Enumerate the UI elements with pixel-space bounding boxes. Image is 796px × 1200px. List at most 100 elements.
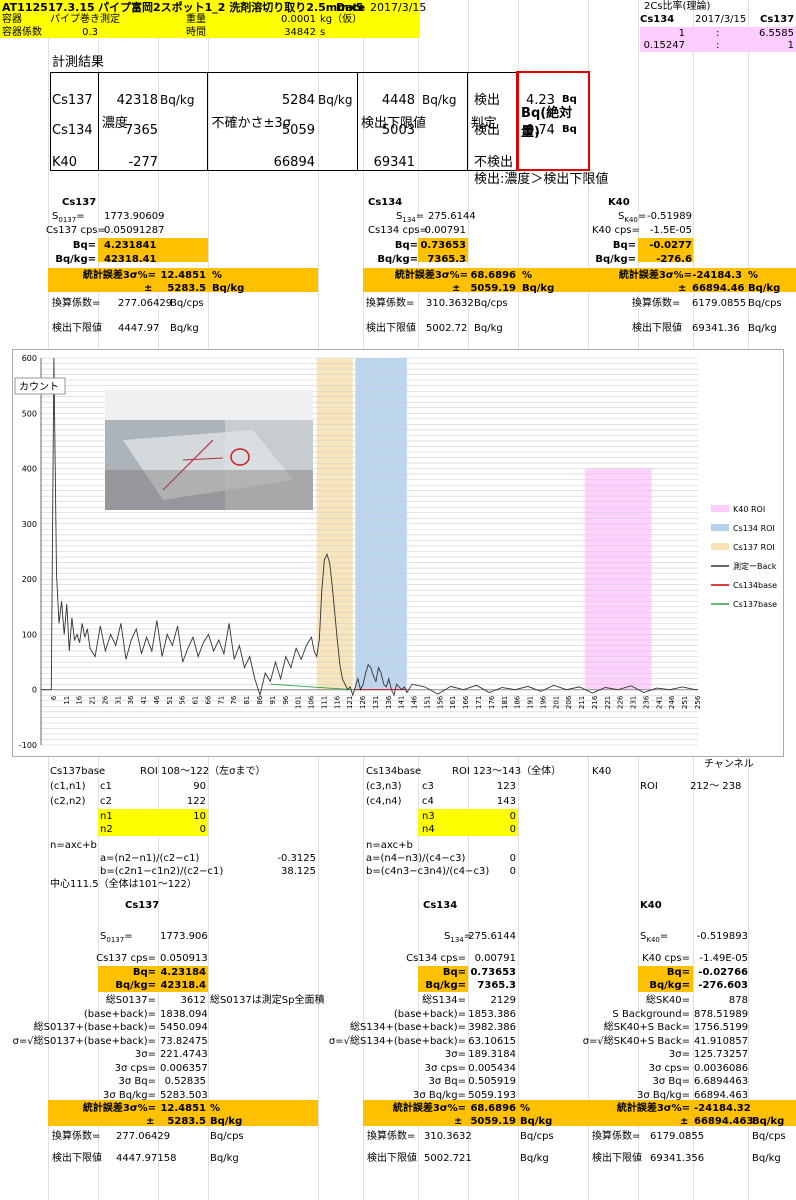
calc-label: 3σ= xyxy=(444,1049,466,1060)
conv-label: 換算係数= xyxy=(592,1131,641,1142)
y-tick-label: 300 xyxy=(22,520,37,529)
pm-unit: Bq/kg xyxy=(522,283,555,294)
calc-label: 3σ cps= xyxy=(424,1062,466,1074)
cps-label: K40 cps= xyxy=(592,225,640,236)
bqkg-value: 42318.4 xyxy=(160,980,206,991)
calc-label: 総SK40= xyxy=(645,995,690,1006)
bq-value: 4.231841 xyxy=(104,240,157,251)
x-tick-label: 101 xyxy=(295,696,303,709)
calc-value: 189.3184 xyxy=(468,1049,516,1060)
factor-value: 0.3 xyxy=(82,27,98,38)
y-tick-label: 400 xyxy=(22,465,37,474)
x-tick-label: 31 xyxy=(114,696,122,705)
block-title: K40 xyxy=(640,900,662,911)
x-tick-label: 146 xyxy=(411,695,419,709)
row-nuclide: Cs137 xyxy=(52,93,93,108)
results-title: 計測結果 xyxy=(52,55,105,70)
conv-label: 換算係数= xyxy=(632,298,681,309)
weight-value: 0.0001 xyxy=(281,14,316,25)
calc-label: 総S134= xyxy=(422,995,466,1006)
conv-value: 6179.0855 xyxy=(650,1131,705,1142)
err-value: 68.6896 xyxy=(470,1103,516,1114)
row-conc: 42318 xyxy=(116,93,158,108)
detection-note: 検出:濃度＞検出下限値 xyxy=(474,172,609,187)
lim-value: 69341.356 xyxy=(650,1153,705,1164)
n1-label: n1 xyxy=(100,811,113,822)
err-label: 統計誤差3σ%= xyxy=(618,270,692,281)
cps-label: Cs137 cps= xyxy=(46,225,106,236)
err-label: 統計誤差3σ%= xyxy=(82,1103,156,1114)
y-tick-label: 500 xyxy=(22,409,37,418)
abs-column-outline xyxy=(518,71,590,171)
legend-label: K40 ROI xyxy=(733,505,765,514)
cps-value: 0.00791 xyxy=(424,225,466,236)
legend-swatch xyxy=(711,524,729,531)
x-tick-label: 161 xyxy=(449,696,457,709)
x-tick-label: 131 xyxy=(372,696,380,709)
ratio-r1b: : xyxy=(716,28,720,39)
x-tick-label: 96 xyxy=(282,695,290,704)
x-tick-label: 181 xyxy=(501,696,509,709)
calc-label: 総S0137= xyxy=(105,995,156,1006)
lim-value: 4447.97 xyxy=(118,323,160,334)
legend-label: Cs137base xyxy=(733,600,777,609)
lim-unit: Bq/kg xyxy=(520,1153,549,1164)
x-tick-label: 51 xyxy=(166,696,174,705)
x-tick-label: 26 xyxy=(101,695,109,704)
conv-label: 換算係数= xyxy=(367,1131,416,1142)
conv-value: 310.3632 xyxy=(426,298,474,309)
cs134-base-label: Cs134base xyxy=(366,766,422,777)
row-lim: 4448 xyxy=(381,93,415,108)
calc-value: 41.910857 xyxy=(694,1035,749,1047)
conv-unit: Bq/cps xyxy=(520,1131,554,1142)
c4-value: 143 xyxy=(496,796,516,807)
row-lim-unit: Bq/kg xyxy=(422,93,457,107)
c3-label: c3 xyxy=(422,781,434,792)
lim-unit: Bq/kg xyxy=(474,323,503,334)
container-value: パイプ巻き測定 xyxy=(50,14,120,25)
x-tick-label: 171 xyxy=(475,696,483,709)
conv-value: 310.3632 xyxy=(424,1131,472,1142)
x-tick-label: 116 xyxy=(333,695,341,709)
cs134-base-roi: ROI 123〜143（全体） xyxy=(452,766,562,777)
calc-label: 総S0137+(base+back)= xyxy=(33,1022,156,1033)
pm-value: 5059.19 xyxy=(470,283,516,294)
calc-value: 5059.193 xyxy=(468,1089,516,1101)
calc-value: 1853.386 xyxy=(468,1008,516,1020)
weight-unit: kg（仮） xyxy=(320,14,363,25)
ratio-r1a: 1 xyxy=(678,28,685,39)
calc-label: 3σ Bq/kg= xyxy=(413,1089,466,1101)
calc-value: 6.6894463 xyxy=(694,1076,749,1087)
bq-value: -0.0277 xyxy=(649,240,692,251)
c3n3-label: (c3,n3) xyxy=(366,781,402,792)
row-conc: -277 xyxy=(128,155,158,170)
c2-label: c2 xyxy=(100,796,112,807)
chart-legend: K40 ROI Cs134 ROI Cs137 ROI 測定ーBack Cs134bas… xyxy=(711,505,777,609)
spectrum-chart-svg: -10001002003004005006006 11 16 21 26 31 36 41 46… xyxy=(14,354,777,750)
pm-unit: Bq/kg xyxy=(212,283,245,294)
err-value: -24184.3 xyxy=(692,270,742,281)
x-tick-label: 191 xyxy=(527,696,535,709)
err-unit: % xyxy=(748,270,759,281)
ratio-h3: Cs137 xyxy=(760,14,795,25)
calc-value: 3982.386 xyxy=(468,1022,516,1033)
slope-b-formula: a=(n4−n3)/(c4−c3) xyxy=(366,853,466,864)
x-tick-label: 46 xyxy=(153,695,161,704)
x-tick-label: 61 xyxy=(192,696,200,705)
lim-value: 5002.721 xyxy=(424,1153,472,1164)
s-label: S0137= xyxy=(100,931,133,944)
bq-label: Bq= xyxy=(72,240,96,251)
c3-value: 123 xyxy=(496,781,516,792)
spectrum-chart: -100 0 100 200 300 400 500 600 6 11 16 21 26 31 36 41 46… xyxy=(12,349,784,757)
err-value: 68.6896 xyxy=(470,270,516,281)
legend-label: Cs134 ROI xyxy=(733,524,775,533)
conv-unit: Bq/cps xyxy=(170,298,204,309)
cps-value: 0.050913 xyxy=(160,953,208,964)
x-tick-label: 216 xyxy=(591,695,599,709)
calc-value: 3612 xyxy=(180,995,206,1006)
sample-id: AT1125 xyxy=(2,1,48,14)
bq-label: Bq= xyxy=(666,967,690,978)
pm-unit: Bq/kg xyxy=(752,1116,785,1127)
lim-label: 検出下限値 xyxy=(52,1153,102,1164)
bqkg-label: Bq/kg= xyxy=(649,980,690,991)
